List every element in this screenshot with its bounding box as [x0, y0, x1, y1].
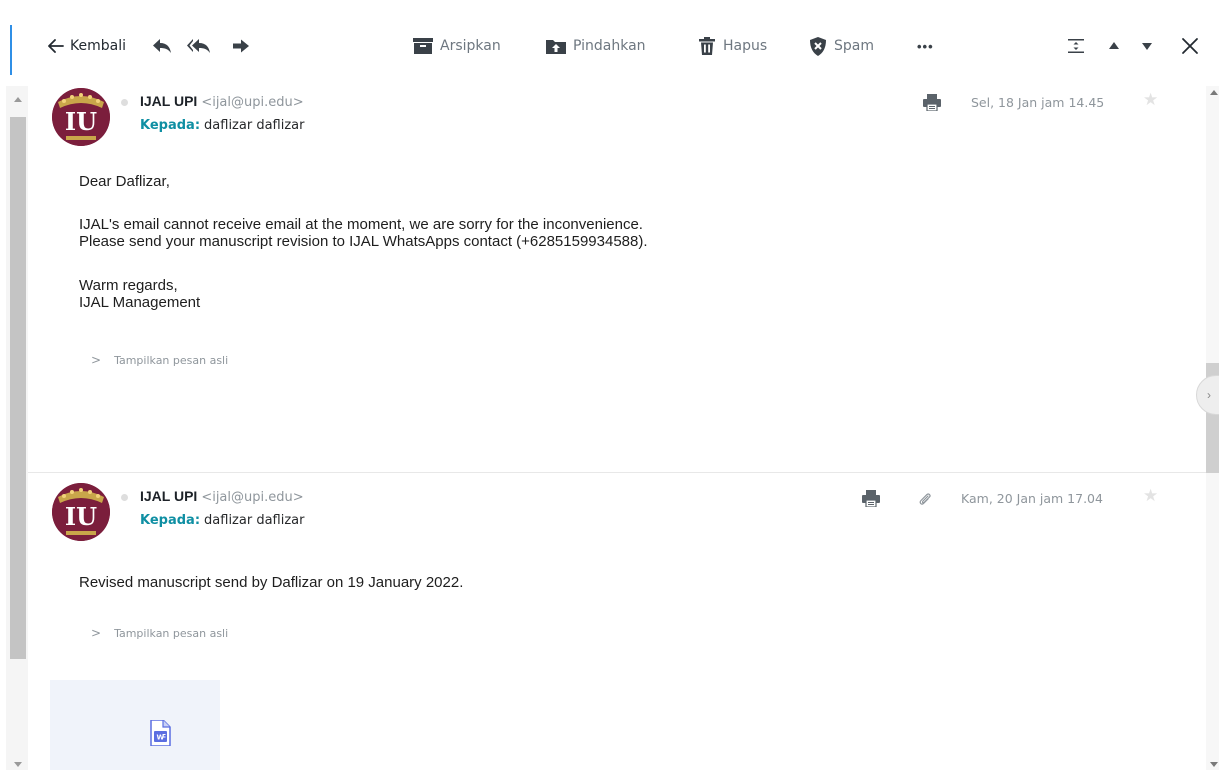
- back-label: Kembali: [70, 38, 126, 54]
- trash-icon: [699, 37, 715, 55]
- chevron-right-icon: >: [91, 353, 102, 367]
- move-icon: [546, 40, 566, 54]
- ijal-logo-icon: IU: [52, 483, 110, 541]
- previous-message-button[interactable]: [1108, 34, 1120, 58]
- avatar-logo-text: IU: [65, 107, 97, 136]
- spam-button[interactable]: Spam: [809, 34, 874, 58]
- star-icon[interactable]: ★: [1143, 486, 1158, 506]
- message-body-line: Please send your manuscript revision to …: [79, 233, 648, 250]
- show-original-label: Tampilkan pesan asli: [114, 626, 229, 640]
- sender-name: IJAL UPI: [140, 488, 198, 504]
- expand-collapse-icon: [1068, 39, 1084, 53]
- right-scroll-up-arrow[interactable]: [1210, 90, 1218, 95]
- chevron-right-icon: ›: [1207, 388, 1211, 402]
- star-icon[interactable]: ★: [1143, 90, 1158, 110]
- previous-icon: [1109, 42, 1119, 49]
- more-button[interactable]: •••: [917, 34, 934, 58]
- right-scroll-down-arrow[interactable]: [1210, 762, 1218, 767]
- attachment-icon: [919, 493, 931, 505]
- spam-shield-icon: [810, 36, 826, 56]
- message-date: Sel, 18 Jan jam 14.45: [971, 95, 1105, 110]
- sender-address: <ijal@upi.edu>: [201, 490, 304, 505]
- forward-button[interactable]: [232, 34, 250, 58]
- message-body-line: IJAL's email cannot receive email at the…: [79, 216, 643, 233]
- recipient-name[interactable]: daflizar daflizar: [204, 118, 304, 133]
- close-button[interactable]: [1181, 34, 1199, 58]
- more-icon: •••: [917, 38, 934, 54]
- sender[interactable]: IJAL UPI <ijal@upi.edu>: [140, 93, 304, 110]
- attachment-card[interactable]: W: [50, 680, 220, 770]
- message-card: IU IJAL UPI <ijal@upi.edu> Kepada: dafliz…: [28, 86, 1206, 472]
- archive-label: Arsipkan: [440, 38, 501, 54]
- archive-icon: [413, 38, 433, 54]
- focus-indicator: [10, 25, 12, 75]
- message-date: Kam, 20 Jan jam 17.04: [961, 491, 1103, 506]
- left-scrollbar-thumb[interactable]: [10, 117, 26, 659]
- print-button[interactable]: [862, 490, 880, 512]
- recipient-line: Kepada: daflizar daflizar: [140, 116, 304, 133]
- recipient-name[interactable]: daflizar daflizar: [204, 513, 304, 528]
- reply-button[interactable]: [152, 34, 172, 58]
- reply-icon: [153, 39, 171, 53]
- sender[interactable]: IJAL UPI <ijal@upi.edu>: [140, 488, 304, 505]
- close-icon: [1182, 38, 1198, 54]
- sender-name: IJAL UPI: [140, 93, 198, 109]
- recipient-line: Kepada: daflizar daflizar: [140, 511, 304, 528]
- back-arrow-icon: [48, 39, 64, 53]
- move-button[interactable]: Pindahkan: [546, 34, 646, 58]
- read-status-dot: [121, 494, 128, 501]
- ijal-logo-icon: IU: [52, 88, 110, 146]
- print-button[interactable]: [923, 94, 941, 116]
- chevron-right-icon: >: [91, 626, 102, 640]
- next-message-button[interactable]: [1141, 34, 1153, 58]
- spam-label: Spam: [834, 38, 874, 54]
- message-toolbar: Kembali Arsipkan Pindahkan Hapus Spam ••…: [0, 0, 1219, 86]
- delete-button[interactable]: Hapus: [698, 34, 767, 58]
- back-button[interactable]: Kembali: [48, 34, 126, 58]
- message-body-line: IJAL Management: [79, 294, 201, 311]
- read-status-dot: [121, 99, 128, 106]
- show-original-toggle[interactable]: > Tampilkan pesan asli: [91, 353, 228, 367]
- recipient-label: Kepada:: [140, 118, 201, 133]
- avatar-logo-text: IU: [65, 502, 97, 531]
- show-original-toggle[interactable]: > Tampilkan pesan asli: [91, 626, 228, 640]
- avatar[interactable]: IU: [52, 88, 110, 146]
- print-icon: [923, 94, 941, 112]
- left-scroll-down-arrow[interactable]: [14, 762, 22, 767]
- reply-all-icon: [187, 39, 210, 53]
- left-scroll-up-arrow[interactable]: [14, 97, 22, 102]
- recipient-label: Kepada:: [140, 513, 201, 528]
- word-document-icon: W: [150, 720, 171, 746]
- avatar[interactable]: IU: [52, 483, 110, 541]
- show-original-label: Tampilkan pesan asli: [114, 353, 229, 367]
- expand-collapse-button[interactable]: [1068, 34, 1084, 58]
- move-label: Pindahkan: [573, 38, 646, 54]
- message-body-line: Revised manuscript send by Daflizar on 1…: [79, 574, 464, 591]
- reply-all-button[interactable]: [186, 34, 212, 58]
- archive-button[interactable]: Arsipkan: [413, 34, 501, 58]
- message-body-line: Dear Daflizar,: [79, 173, 170, 190]
- forward-icon: [233, 39, 249, 53]
- attachment-indicator[interactable]: [918, 491, 932, 512]
- print-icon: [862, 490, 880, 508]
- message-body-line: Warm regards,: [79, 277, 178, 294]
- next-icon: [1142, 43, 1152, 50]
- delete-label: Hapus: [723, 38, 768, 54]
- sender-address: <ijal@upi.edu>: [201, 95, 304, 110]
